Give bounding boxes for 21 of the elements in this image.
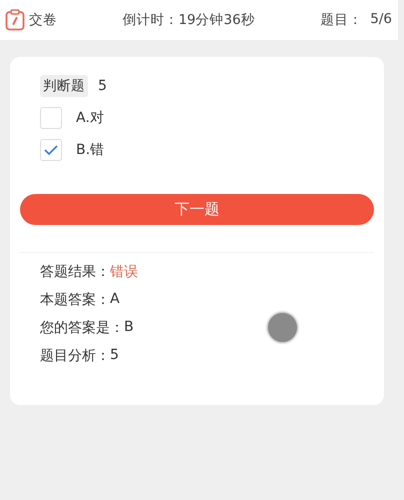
result-label: 答题结果：	[40, 263, 110, 281]
countdown-text: 倒计时：19分钟36秒	[122, 11, 255, 29]
detail-value: 5	[110, 347, 119, 365]
question-type-tag: 判断题	[40, 75, 88, 97]
option-checkbox[interactable]	[40, 139, 62, 161]
clipboard-icon[interactable]	[5, 9, 25, 31]
progress-label: 题目：	[320, 11, 362, 29]
result-value: 错误	[110, 263, 138, 281]
option-label[interactable]: B.错	[76, 141, 104, 159]
detail-label: 本题答案：	[40, 291, 110, 309]
touch-indicator-icon	[268, 313, 297, 342]
progress-count: 5/6	[370, 11, 392, 29]
question-text: 5	[98, 78, 107, 94]
detail-label: 您的答案是：	[40, 319, 124, 337]
option-label[interactable]: A.对	[76, 109, 104, 127]
detail-value: A	[110, 291, 120, 309]
check-icon	[44, 145, 58, 155]
detail-label: 题目分析：	[40, 347, 110, 365]
option-checkbox[interactable]	[40, 107, 62, 129]
submit-link[interactable]: 交卷	[29, 11, 57, 29]
detail-value: B	[124, 319, 134, 337]
